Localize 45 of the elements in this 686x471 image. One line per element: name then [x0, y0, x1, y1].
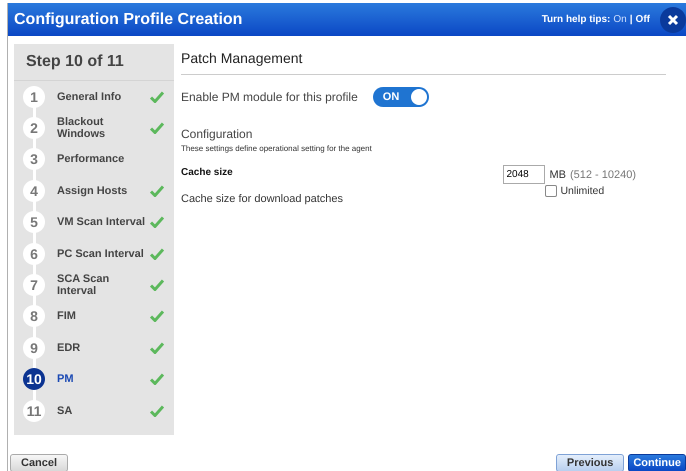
step-number: 6	[23, 242, 45, 265]
step-link[interactable]: Assign Hosts	[57, 184, 150, 197]
step-number: 5	[23, 211, 45, 234]
step-link[interactable]: Blackout Windows	[57, 116, 150, 140]
step-link[interactable]: FIM	[57, 310, 150, 322]
separator: |	[630, 14, 633, 25]
step-number: 10	[23, 368, 45, 390]
unlimited-label: Unlimited	[560, 185, 604, 197]
step-link[interactable]: EDR	[57, 342, 150, 354]
cancel-button[interactable]: Cancel	[10, 454, 68, 471]
secondary-button[interactable]: Previous	[556, 454, 624, 471]
step-counter: Step 10 of 11	[14, 44, 174, 81]
step-link[interactable]: PC Scan Interval	[57, 248, 150, 260]
step-link[interactable]: SCA Scan Interval	[57, 273, 150, 298]
cache-size-field[interactable]: 2048	[503, 165, 546, 184]
step-link[interactable]: PM	[57, 373, 150, 386]
step-number: 11	[23, 400, 45, 422]
primary-button[interactable]: Continue	[628, 454, 686, 471]
close-button[interactable]	[660, 6, 686, 32]
step-number: 7	[23, 274, 45, 296]
cache-size-label: Cache size	[181, 167, 234, 178]
step-number: 2	[23, 117, 45, 140]
step-number: 8	[23, 305, 45, 328]
unlimited-checkbox[interactable]	[545, 185, 558, 197]
step-number: 4	[23, 180, 45, 202]
help-tips-option[interactable]: On	[613, 14, 627, 25]
toggle-switch[interactable]: ON	[372, 87, 429, 107]
step-number: 9	[23, 336, 45, 359]
range-hint: (512 - 10240)	[570, 168, 636, 180]
enable-label: Enable PM module for this profile	[181, 90, 358, 104]
step-link[interactable]: SA	[57, 404, 150, 417]
step-link[interactable]: VM Scan Interval	[57, 216, 150, 228]
close-icon	[667, 14, 679, 26]
section-title: Patch Management	[181, 44, 666, 75]
unit-label: MB	[549, 168, 566, 180]
step-link[interactable]: Performance	[57, 153, 174, 166]
step-number: 1	[23, 86, 45, 108]
cache-size-help: Cache size for download patches	[181, 193, 344, 205]
step-number: 3	[23, 148, 45, 170]
help-tips-option[interactable]: Off	[636, 14, 650, 25]
window-title: Configuration Profile Creation	[14, 10, 244, 28]
config-heading: Configuration	[181, 127, 254, 141]
step-link[interactable]: General Info	[57, 90, 150, 103]
help-tips-label: Turn help tips:	[542, 14, 610, 25]
config-description: These settings define operational setting for the agent	[181, 144, 373, 153]
